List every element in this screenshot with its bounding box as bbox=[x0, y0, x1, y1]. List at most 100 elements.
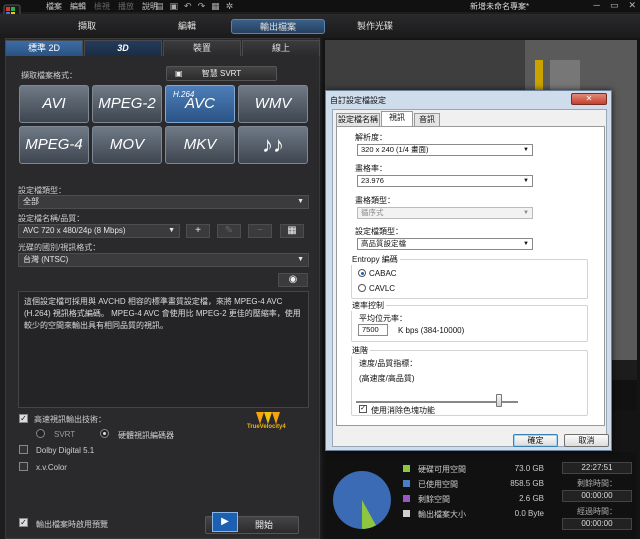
profile-type-label: 設定檔類型： bbox=[355, 227, 403, 236]
profile-details-button[interactable]: ▦ bbox=[280, 224, 304, 238]
menu-view[interactable]: 檢視 bbox=[94, 1, 110, 12]
undo-icon[interactable]: ↶ bbox=[184, 1, 192, 12]
entropy-group: Entropy 編碼 CABAC CAVLC bbox=[350, 254, 588, 299]
start-button[interactable]: ▶ 開始 bbox=[205, 512, 299, 534]
disk-usage-pie bbox=[333, 471, 391, 529]
format-wmv[interactable]: WMV bbox=[238, 85, 308, 123]
resolution-label: 解析度： bbox=[355, 133, 387, 142]
speed-quality-slider-thumb[interactable] bbox=[495, 394, 502, 407]
eye-preview-button[interactable]: ◉ bbox=[278, 273, 308, 287]
region-value: 台灣 (NTSC) bbox=[23, 255, 69, 264]
save-icon[interactable]: ▣ bbox=[170, 1, 179, 12]
tab-online[interactable]: 線上 bbox=[242, 40, 320, 56]
framerate-value: 23.976 bbox=[361, 176, 384, 185]
remove-profile-button[interactable]: − bbox=[248, 224, 272, 238]
resolution-select[interactable]: 320 x 240 (1/4 畫面) ▼ bbox=[357, 144, 533, 156]
film-icon[interactable]: ▤ bbox=[155, 1, 164, 12]
select-format-label: 擷取檔案格式： bbox=[21, 71, 77, 80]
cabac-radio[interactable] bbox=[358, 269, 366, 277]
format-label: MKV bbox=[183, 136, 217, 153]
xvcolor-label: x.v.Color bbox=[36, 463, 67, 472]
dolby-checkbox[interactable] bbox=[19, 445, 28, 454]
deblock-label: 使用消除色塊功能 bbox=[371, 406, 435, 415]
profile-name-value: AVC 720 x 480/24p (8 Mbps) bbox=[23, 226, 126, 235]
settings-icon[interactable]: ✲ bbox=[226, 1, 234, 12]
enable-preview-checkbox[interactable]: ✓ bbox=[19, 518, 28, 527]
format-mkv[interactable]: MKV bbox=[165, 126, 235, 164]
avg-bitrate-value: 7500 bbox=[362, 325, 379, 334]
fast-render-checkbox[interactable]: ✓ bbox=[19, 414, 28, 423]
eye-icon: ◉ bbox=[288, 274, 298, 285]
format-mov[interactable]: MOV bbox=[92, 126, 162, 164]
legend-value: 858.5 GB bbox=[510, 479, 544, 488]
format-avi[interactable]: AVI bbox=[19, 85, 89, 123]
hw-encoder-radio[interactable] bbox=[100, 429, 109, 438]
speed-quality-slider[interactable] bbox=[356, 401, 518, 403]
format-label: AVI bbox=[42, 95, 66, 112]
tab-device[interactable]: 裝置 bbox=[163, 40, 241, 56]
format-mpeg4[interactable]: MPEG-4 bbox=[19, 126, 89, 164]
profile-type-select[interactable]: 高品質設定檔 ▼ bbox=[357, 238, 533, 250]
format-sup: H.264 bbox=[173, 90, 195, 99]
truevelocity-text: TrueVelocity4 bbox=[247, 424, 286, 430]
maximize-icon[interactable]: ▭ bbox=[610, 0, 619, 11]
tab-video[interactable]: 視訊 bbox=[381, 111, 413, 126]
format-mpeg2[interactable]: MPEG-2 bbox=[92, 85, 162, 123]
avg-bitrate-input[interactable]: 7500 bbox=[358, 324, 388, 336]
tab-produce[interactable]: 輸出檔案 bbox=[231, 19, 325, 34]
layout-icon[interactable]: ▦ bbox=[211, 1, 220, 12]
cancel-button[interactable]: 取消 bbox=[564, 434, 609, 447]
xvcolor-checkbox[interactable] bbox=[19, 462, 28, 471]
profile-type-value: 高品質設定檔 bbox=[361, 239, 406, 248]
format-audio[interactable]: ♪♪ bbox=[238, 126, 308, 164]
hw-encoder-label: 硬體視訊編碼器 bbox=[118, 431, 174, 440]
menu-play[interactable]: 播放 bbox=[118, 1, 134, 12]
speed-quality-label: 速度/品質指標： bbox=[359, 359, 418, 368]
tab-edit[interactable]: 編輯 bbox=[148, 19, 226, 34]
cabac-label: CABAC bbox=[369, 269, 397, 278]
profile-name-dropdown[interactable]: AVC 720 x 480/24p (8 Mbps) ▼ bbox=[18, 224, 180, 238]
bitrate-group: 速率控制 平均位元率： 7500 K bps (384-10000) bbox=[350, 300, 588, 342]
svrt-radio[interactable] bbox=[36, 429, 45, 438]
enable-preview-label: 輸出檔案時啟用預覽 bbox=[36, 520, 108, 529]
profile-type-value: 全部 bbox=[23, 197, 39, 206]
legend-swatch bbox=[403, 495, 410, 502]
remaining-time: 00:00:00 bbox=[562, 490, 632, 502]
menu-file[interactable]: 檔案 bbox=[46, 1, 62, 12]
add-profile-button[interactable]: + bbox=[186, 224, 210, 238]
minimize-icon[interactable]: ─ bbox=[594, 0, 600, 11]
format-h264-avc[interactable]: H.264 AVC bbox=[165, 85, 235, 123]
legend-label: 硬碟可用空間 bbox=[418, 465, 466, 474]
deblock-checkbox[interactable]: ✓ bbox=[359, 405, 367, 413]
advanced-group: 進階 速度/品質指標： (高速度/高品質) ✓ 使用消除色塊功能 bbox=[350, 345, 588, 416]
frametype-label: 畫格類型： bbox=[355, 196, 395, 205]
region-dropdown[interactable]: 台灣 (NTSC) ▼ bbox=[18, 253, 309, 267]
film-play-icon: ▶ bbox=[212, 512, 238, 532]
speed-quality-hint: (高速度/高品質) bbox=[359, 374, 415, 383]
tab-audio[interactable]: 音訊 bbox=[414, 113, 440, 126]
format-grid: AVI MPEG-2 H.264 AVC WMV MPEG-4 MOV MKV ♪… bbox=[19, 85, 308, 164]
cavlc-radio[interactable] bbox=[358, 284, 366, 292]
tab-create-disc[interactable]: 製作光碟 bbox=[335, 19, 415, 34]
tab-standard-2d[interactable]: 標準 2D bbox=[5, 40, 83, 56]
resolution-value: 320 x 240 (1/4 畫面) bbox=[361, 145, 429, 154]
tab-3d[interactable]: 3D bbox=[84, 40, 162, 56]
dialog-title: 自訂設定檔設定 bbox=[330, 96, 386, 105]
entropy-label: Entropy 編碼 bbox=[350, 254, 400, 265]
profile-type-dropdown[interactable]: 全部 ▼ bbox=[18, 195, 309, 209]
framerate-select[interactable]: 23.976 ▼ bbox=[357, 175, 533, 187]
dialog-close-button[interactable]: ✕ bbox=[571, 93, 607, 105]
edit-profile-button[interactable]: ✎ bbox=[217, 224, 241, 238]
ok-button[interactable]: 確定 bbox=[513, 434, 558, 447]
menu-edit[interactable]: 編輯 bbox=[70, 1, 86, 12]
close-icon[interactable]: ✕ bbox=[628, 0, 636, 11]
tab-capture[interactable]: 擷取 bbox=[48, 19, 126, 34]
format-subtabs: 標準 2D 3D 裝置 線上 bbox=[5, 40, 321, 56]
truevelocity-logo: TrueVelocity4 bbox=[246, 410, 296, 434]
frametype-select[interactable]: 循序式 ▼ bbox=[357, 207, 533, 219]
elapsed-time-label: 經過時間： bbox=[577, 507, 617, 516]
main-tab-bar: 擷取 編輯 輸出檔案 製作光碟 bbox=[0, 14, 640, 38]
tab-profile-name[interactable]: 設定檔名稱 bbox=[336, 113, 380, 126]
redo-icon[interactable]: ↷ bbox=[198, 1, 206, 12]
bitrate-control-label: 速率控制 bbox=[350, 300, 386, 311]
